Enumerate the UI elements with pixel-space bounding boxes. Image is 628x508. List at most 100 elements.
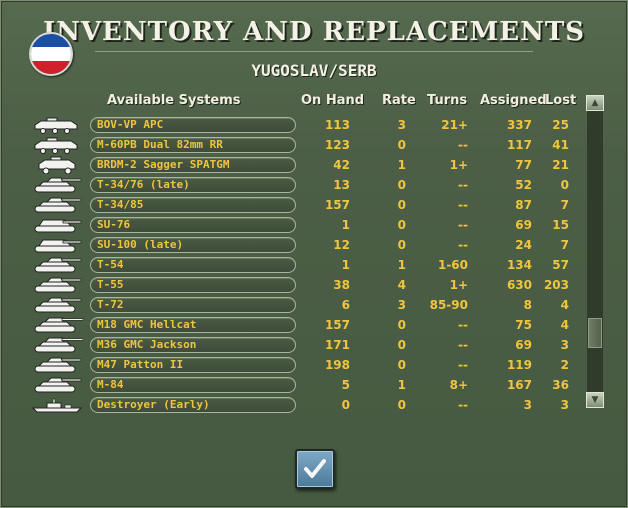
header-rate: Rate	[382, 93, 416, 108]
lost-value: 203	[543, 278, 569, 292]
tank-destroyer-icon	[34, 337, 83, 353]
apc-icon	[34, 117, 78, 134]
unit-name-button[interactable]: BRDM-2 Sagger SPATGM	[90, 157, 296, 173]
turns-value: --	[458, 218, 468, 232]
on-hand-value: 6	[341, 298, 350, 312]
rate-value: 3	[397, 118, 406, 132]
assigned-value: 134	[506, 258, 532, 272]
unit-name-label: SU-76	[97, 218, 131, 231]
unit-name-label: M-60PB Dual 82mm RR	[97, 138, 223, 151]
lost-value: 7	[560, 238, 569, 252]
table-row[interactable]: BOV-VP APC 113 3 21+ 337 25	[1, 115, 581, 135]
table-row[interactable]: M36 GMC Jackson 171 0 -- 69 3	[1, 335, 581, 355]
table-row[interactable]: M-84 5 1 8+ 167 36	[1, 375, 581, 395]
rate-value: 0	[397, 338, 406, 352]
turns-value: --	[458, 338, 468, 352]
on-hand-value: 157	[324, 198, 350, 212]
turns-value: 21+	[441, 118, 468, 132]
tank-destroyer-icon	[34, 317, 83, 333]
table-row[interactable]: T-72 6 3 85-90 8 4	[1, 295, 581, 315]
scroll-down-icon[interactable]: ▼	[586, 392, 604, 408]
assigned-value: 119	[506, 358, 532, 372]
lost-value: 7	[560, 198, 569, 212]
on-hand-value: 38	[333, 278, 350, 292]
turns-value: 85-90	[429, 298, 468, 312]
lost-value: 3	[560, 398, 569, 412]
tank-icon	[34, 177, 82, 193]
rate-value: 3	[397, 298, 406, 312]
rate-value: 1	[397, 158, 406, 172]
lost-value: 3	[560, 338, 569, 352]
destroyer-icon	[31, 398, 83, 413]
lost-value: 41	[552, 138, 569, 152]
on-hand-value: 171	[324, 338, 350, 352]
turns-value: --	[458, 318, 468, 332]
assigned-value: 630	[506, 278, 532, 292]
table-row[interactable]: Destroyer (Early) 0 0 -- 3 3	[1, 395, 581, 415]
lost-value: 25	[552, 118, 569, 132]
tank-icon	[34, 297, 82, 313]
assigned-value: 8	[523, 298, 532, 312]
lost-value: 0	[560, 178, 569, 192]
inventory-dialog: INVENTORY AND REPLACEMENTS YUGOSLAV/SERB…	[0, 0, 628, 508]
unit-name-label: SU-100 (late)	[97, 238, 184, 251]
table-row[interactable]: T-34/85 157 0 -- 87 7	[1, 195, 581, 215]
assigned-value: 117	[506, 138, 532, 152]
on-hand-value: 1	[341, 218, 350, 232]
rate-value: 0	[397, 358, 406, 372]
table-row[interactable]: SU-100 (late) 12 0 -- 24 7	[1, 235, 581, 255]
unit-name-button[interactable]: T-72	[90, 297, 296, 313]
lost-value: 36	[552, 378, 569, 392]
unit-name-button[interactable]: BOV-VP APC	[90, 117, 296, 133]
ok-button[interactable]	[295, 449, 335, 489]
unit-name-label: M36 GMC Jackson	[97, 338, 197, 351]
turns-value: --	[458, 198, 468, 212]
unit-name-button[interactable]: SU-76	[90, 217, 296, 233]
assigned-value: 24	[515, 238, 532, 252]
unit-name-label: Destroyer (Early)	[97, 398, 210, 411]
turns-value: --	[458, 238, 468, 252]
header-turns: Turns	[427, 93, 468, 108]
rate-value: 0	[397, 178, 406, 192]
armored-car-icon	[38, 156, 76, 174]
unit-name-button[interactable]: T-54	[90, 257, 296, 273]
header-lost: Lost	[545, 93, 577, 108]
unit-name-button[interactable]: M-84	[90, 377, 296, 393]
unit-name-label: T-54	[97, 258, 124, 271]
unit-name-label: T-72	[97, 298, 124, 311]
table-row[interactable]: T-34/76 (late) 13 0 -- 52 0	[1, 175, 581, 195]
on-hand-value: 198	[324, 358, 350, 372]
rate-value: 0	[397, 138, 406, 152]
rate-value: 0	[397, 238, 406, 252]
scroll-up-icon[interactable]: ▲	[586, 95, 604, 111]
unit-name-button[interactable]: T-34/85	[90, 197, 296, 213]
table-row[interactable]: M47 Patton II 198 0 -- 119 2	[1, 355, 581, 375]
table-row[interactable]: BRDM-2 Sagger SPATGM 42 1 1+ 77 21	[1, 155, 581, 175]
scrollbar-thumb[interactable]	[588, 318, 602, 348]
nation-subtitle: YUGOSLAV/SERB	[251, 61, 377, 80]
table-row[interactable]: T-54 1 1 1-60 134 57	[1, 255, 581, 275]
unit-name-button[interactable]: T-55	[90, 277, 296, 293]
turns-value: 1-60	[437, 258, 468, 272]
header-assigned: Assigned	[480, 93, 547, 108]
rate-value: 0	[397, 198, 406, 212]
nation-flag-icon	[29, 32, 73, 76]
on-hand-value: 42	[333, 158, 350, 172]
unit-name-button[interactable]: M18 GMC Hellcat	[90, 317, 296, 333]
unit-name-button[interactable]: SU-100 (late)	[90, 237, 296, 253]
unit-name-button[interactable]: M47 Patton II	[90, 357, 296, 373]
unit-name-button[interactable]: T-34/76 (late)	[90, 177, 296, 193]
scrollbar-track[interactable]	[587, 96, 603, 408]
table-row[interactable]: SU-76 1 0 -- 69 15	[1, 215, 581, 235]
unit-name-button[interactable]: Destroyer (Early)	[90, 397, 296, 413]
assigned-value: 87	[515, 198, 532, 212]
unit-name-button[interactable]: M-60PB Dual 82mm RR	[90, 137, 296, 153]
table-row[interactable]: T-55 38 4 1+ 630 203	[1, 275, 581, 295]
tank-icon	[34, 377, 82, 393]
unit-name-button[interactable]: M36 GMC Jackson	[90, 337, 296, 353]
assigned-value: 337	[506, 118, 532, 132]
on-hand-value: 5	[341, 378, 350, 392]
table-row[interactable]: M-60PB Dual 82mm RR 123 0 -- 117 41	[1, 135, 581, 155]
table-row[interactable]: M18 GMC Hellcat 157 0 -- 75 4	[1, 315, 581, 335]
assault-gun-icon	[34, 239, 82, 253]
